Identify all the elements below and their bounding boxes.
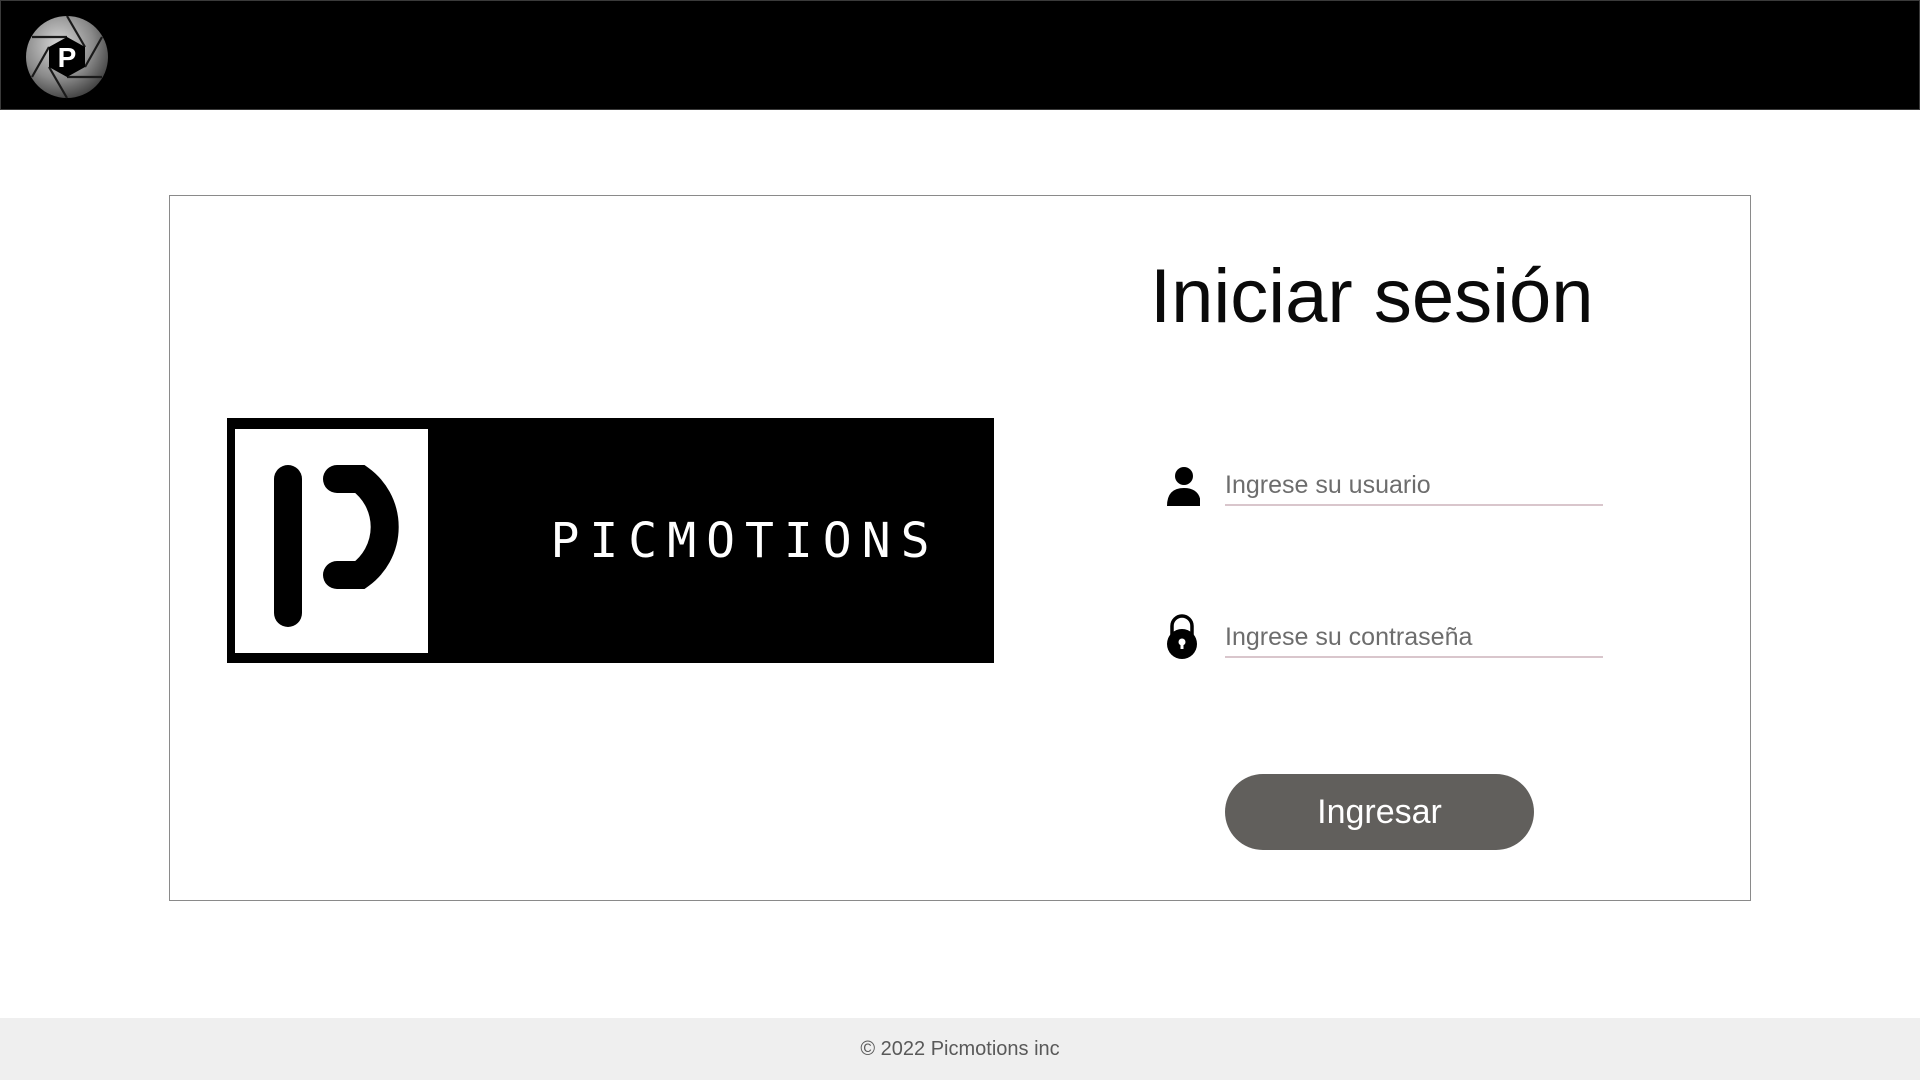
picmotions-p-logo-icon [235,429,428,653]
password-field [1160,612,1605,672]
top-navbar: P [0,0,1920,110]
copyright-text: © 2022 Picmotions inc [860,1037,1060,1060]
password-input[interactable] [1225,618,1603,658]
brand-wordmark: PICMOTIONS [550,512,940,569]
picmotions-brand-logo: PICMOTIONS [227,418,994,663]
username-field [1160,460,1605,520]
aperture-logo-icon[interactable]: P [25,15,109,99]
login-submit-button[interactable]: Ingresar [1225,774,1534,850]
username-input[interactable] [1225,466,1603,506]
footer: © 2022 Picmotions inc [0,1018,1920,1080]
lock-icon [1160,612,1200,662]
login-title: Iniciar sesión [1150,254,1594,339]
logo-letter: P [58,42,77,73]
user-icon [1160,460,1201,510]
